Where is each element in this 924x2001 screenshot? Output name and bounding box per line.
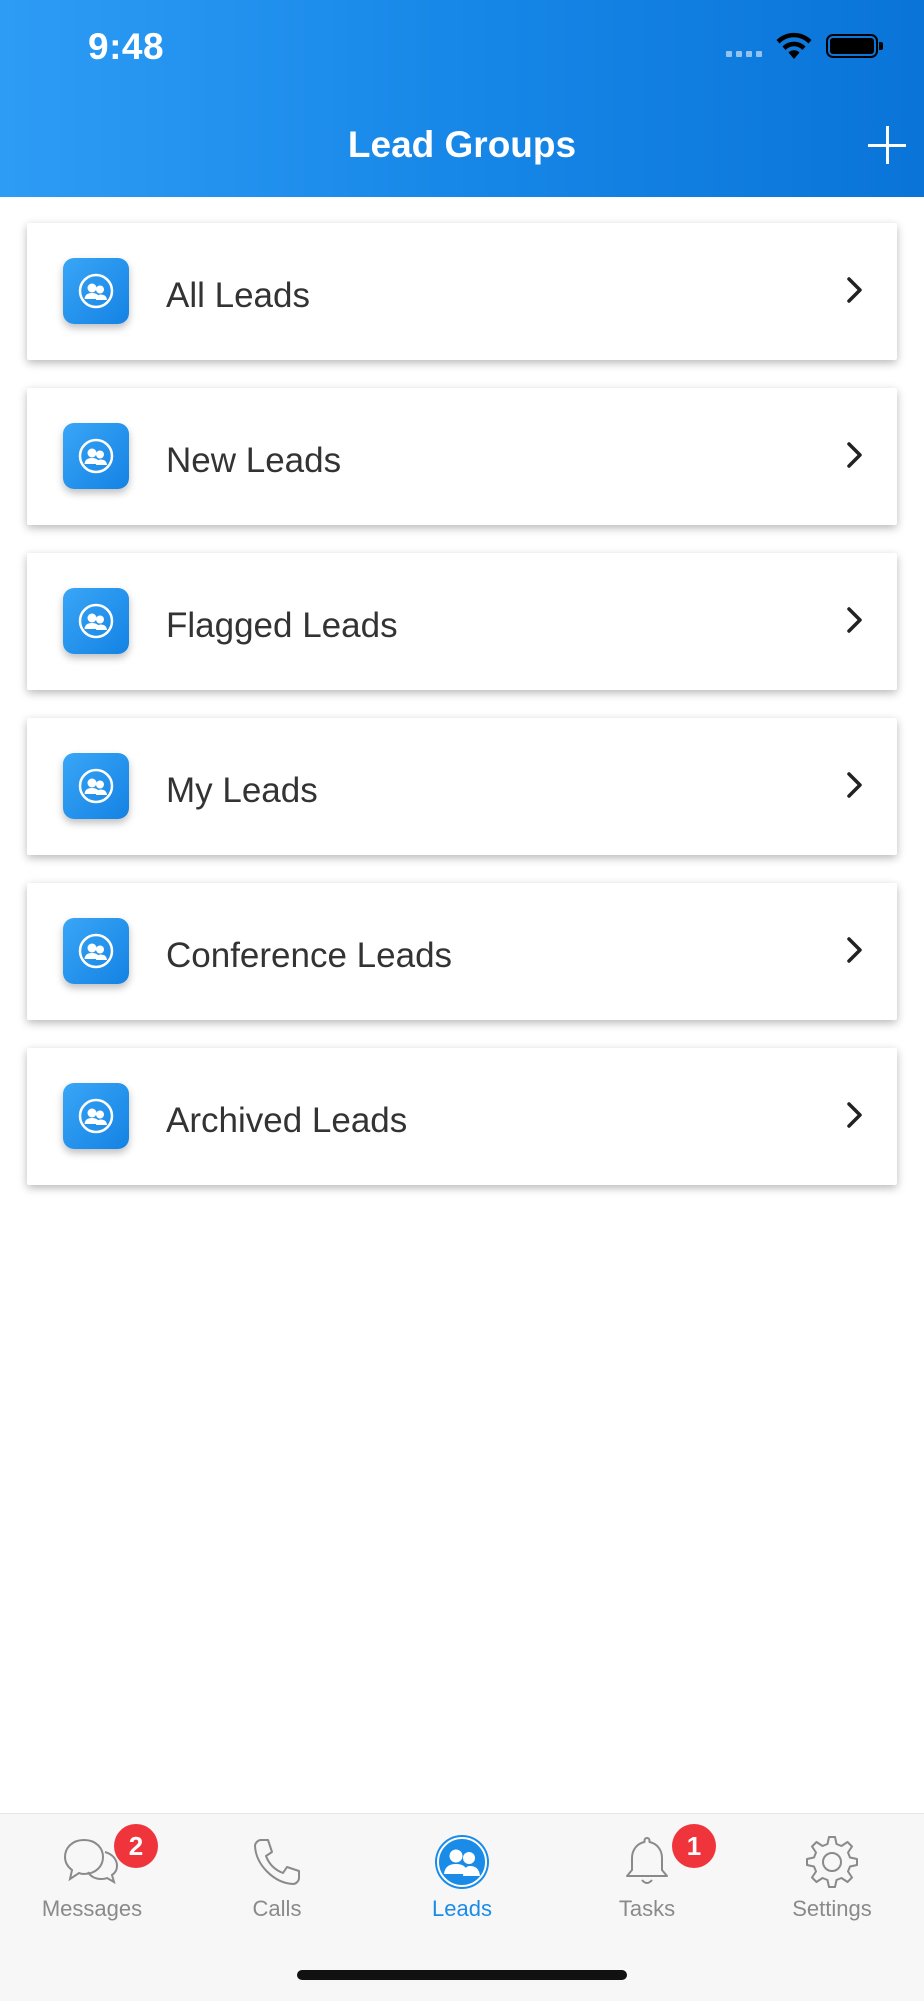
tab-label: Settings <box>792 1896 872 1921</box>
bell-icon <box>626 1837 668 1884</box>
lead-group-label: New Leads <box>166 441 342 480</box>
lead-group-label: All Leads <box>166 276 310 315</box>
cellular-signal-icon <box>726 35 762 57</box>
lead-group-label: Archived Leads <box>166 1101 408 1140</box>
lead-group-label: Conference Leads <box>166 936 453 975</box>
lead-group-new-leads[interactable]: New Leads <box>27 388 897 525</box>
lead-group-all-leads[interactable]: All Leads <box>27 223 897 360</box>
home-indicator <box>297 1970 627 1980</box>
unread-badge: 2 <box>114 1824 158 1868</box>
chevron-right-icon <box>847 607 862 633</box>
phone-icon <box>254 1839 300 1885</box>
chevron-right-icon <box>847 937 862 963</box>
users-icon <box>63 588 129 654</box>
tab-messages[interactable]: Messages 2 <box>0 1814 184 1944</box>
lead-group-my-leads[interactable]: My Leads <box>27 718 897 855</box>
tab-tasks[interactable]: Tasks 1 <box>555 1814 739 1944</box>
lead-group-archived-leads[interactable]: Archived Leads <box>27 1048 897 1185</box>
lead-group-label: Flagged Leads <box>166 606 398 645</box>
unread-badge: 1 <box>672 1824 716 1868</box>
tab-label: Messages <box>41 1896 143 1921</box>
battery-icon <box>826 34 883 58</box>
users-icon <box>435 1835 489 1889</box>
status-time: 9:48 <box>88 26 165 67</box>
tab-label: Leads <box>432 1896 492 1921</box>
navigation-header: 9:48 Lead Groups <box>0 0 924 197</box>
users-icon <box>63 423 129 489</box>
tab-label: Calls <box>252 1896 302 1921</box>
chevron-right-icon <box>847 772 862 798</box>
users-icon <box>63 918 129 984</box>
tab-label: Tasks <box>618 1896 676 1921</box>
tab-settings[interactable]: Settings <box>740 1814 924 1944</box>
tab-leads[interactable]: Leads <box>370 1814 554 1944</box>
lead-group-label: My Leads <box>166 771 318 810</box>
tab-calls[interactable]: Calls <box>185 1814 369 1944</box>
chevron-right-icon <box>847 442 862 468</box>
page-title: Lead Groups <box>347 124 577 165</box>
chevron-right-icon <box>847 1102 862 1128</box>
lead-group-conference-leads[interactable]: Conference Leads <box>27 883 897 1020</box>
chat-bubbles-icon <box>63 1838 119 1885</box>
users-icon <box>63 1083 129 1149</box>
users-icon <box>63 753 129 819</box>
users-icon <box>63 258 129 324</box>
status-icons <box>726 32 883 60</box>
chevron-right-icon <box>847 277 862 303</box>
lead-group-flagged-leads[interactable]: Flagged Leads <box>27 553 897 690</box>
add-group-button[interactable] <box>868 126 906 164</box>
lead-groups-list: All Leads New Leads Flagged Leads My Lea… <box>27 223 897 1213</box>
gear-icon <box>806 1836 858 1888</box>
wifi-icon <box>776 32 812 59</box>
